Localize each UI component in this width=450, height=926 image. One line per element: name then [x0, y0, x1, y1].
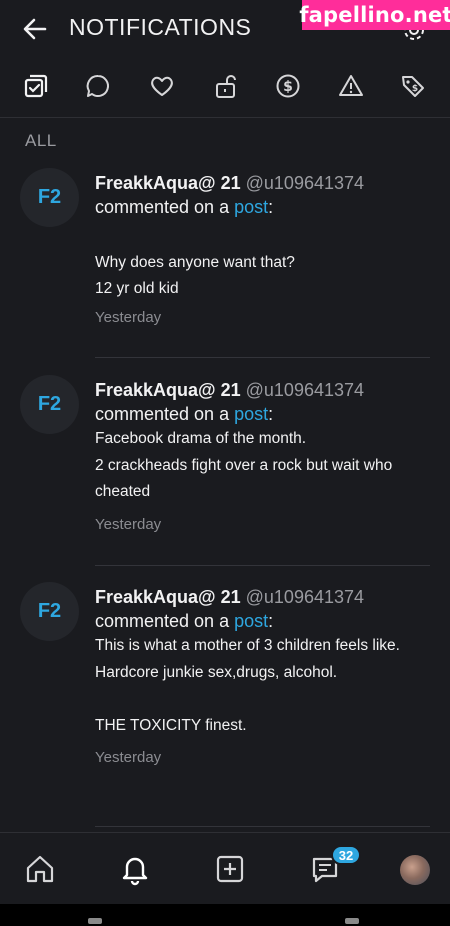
timestamp: Yesterday	[95, 308, 162, 326]
notification-action: commented on a post:	[95, 402, 435, 426]
comment-text: Why does anyone want that? 12 yr old kid	[95, 253, 295, 298]
page-title: NOTIFICATIONS	[69, 14, 252, 40]
profile-avatar[interactable]	[400, 855, 430, 885]
filter-bar: $ $	[0, 62, 450, 108]
row-divider	[95, 357, 430, 358]
notification-author-line: FreakkAqua@ 21 @u109641374	[95, 378, 435, 402]
filter-divider	[0, 117, 450, 118]
bell-icon[interactable]	[115, 849, 155, 889]
recent-apps-icon[interactable]	[88, 918, 102, 924]
avatar[interactable]: F2	[20, 168, 79, 227]
comment-text: This is what a mother of 3 children feel…	[95, 637, 400, 734]
bottom-nav: 32	[0, 832, 450, 904]
author-handle[interactable]: @u109641374	[246, 587, 364, 607]
action-punct: :	[268, 197, 274, 217]
author-name[interactable]: FreakkAqua@ 21	[95, 587, 241, 607]
notification-action: commented on a post:	[95, 609, 435, 633]
action-punct: :	[268, 404, 274, 424]
svg-text:$: $	[412, 84, 418, 94]
comment-text: Facebook drama of the month. 2 crackhead…	[95, 430, 393, 500]
author-handle[interactable]: @u109641374	[246, 173, 364, 193]
post-link[interactable]: post	[234, 197, 268, 217]
notification-author-line: FreakkAqua@ 21 @u109641374	[95, 171, 435, 195]
timestamp: Yesterday	[95, 515, 162, 533]
back-nav-icon[interactable]	[345, 918, 359, 924]
warning-icon[interactable]	[333, 68, 369, 104]
avatar[interactable]: F2	[20, 582, 79, 641]
home-icon[interactable]	[20, 849, 60, 889]
action-text: commented on a	[95, 197, 235, 217]
timestamp: Yesterday	[95, 749, 162, 766]
author-name[interactable]: FreakkAqua@ 21	[95, 173, 241, 193]
action-punct: :	[268, 611, 274, 631]
tag-icon[interactable]: $	[395, 68, 431, 104]
messages-badge: 32	[331, 845, 361, 865]
post-link[interactable]: post	[234, 611, 268, 631]
back-arrow-icon[interactable]	[20, 14, 50, 44]
section-label: ALL	[25, 131, 57, 150]
heart-icon[interactable]	[144, 68, 180, 104]
comment-icon[interactable]	[80, 68, 116, 104]
plus-square-icon[interactable]	[210, 849, 250, 889]
row-divider	[95, 826, 430, 827]
action-text: commented on a	[95, 404, 235, 424]
post-link[interactable]: post	[234, 404, 268, 424]
system-navigation-bar	[0, 904, 450, 926]
watermark-banner: fapellino.net	[299, 0, 450, 30]
svg-text:$: $	[283, 79, 293, 95]
notification-action: commented on a post:	[95, 195, 435, 219]
header: NOTIFICATIONS fapellino.net	[0, 0, 450, 58]
row-divider	[95, 565, 430, 566]
action-text: commented on a	[95, 611, 235, 631]
all-notifications-icon[interactable]	[18, 68, 54, 104]
notification-author-line: FreakkAqua@ 21 @u109641374	[95, 585, 435, 609]
unlock-icon[interactable]	[208, 68, 244, 104]
author-handle[interactable]: @u109641374	[246, 380, 364, 400]
avatar[interactable]: F2	[20, 375, 79, 434]
dollar-icon[interactable]: $	[270, 68, 306, 104]
author-name[interactable]: FreakkAqua@ 21	[95, 380, 241, 400]
